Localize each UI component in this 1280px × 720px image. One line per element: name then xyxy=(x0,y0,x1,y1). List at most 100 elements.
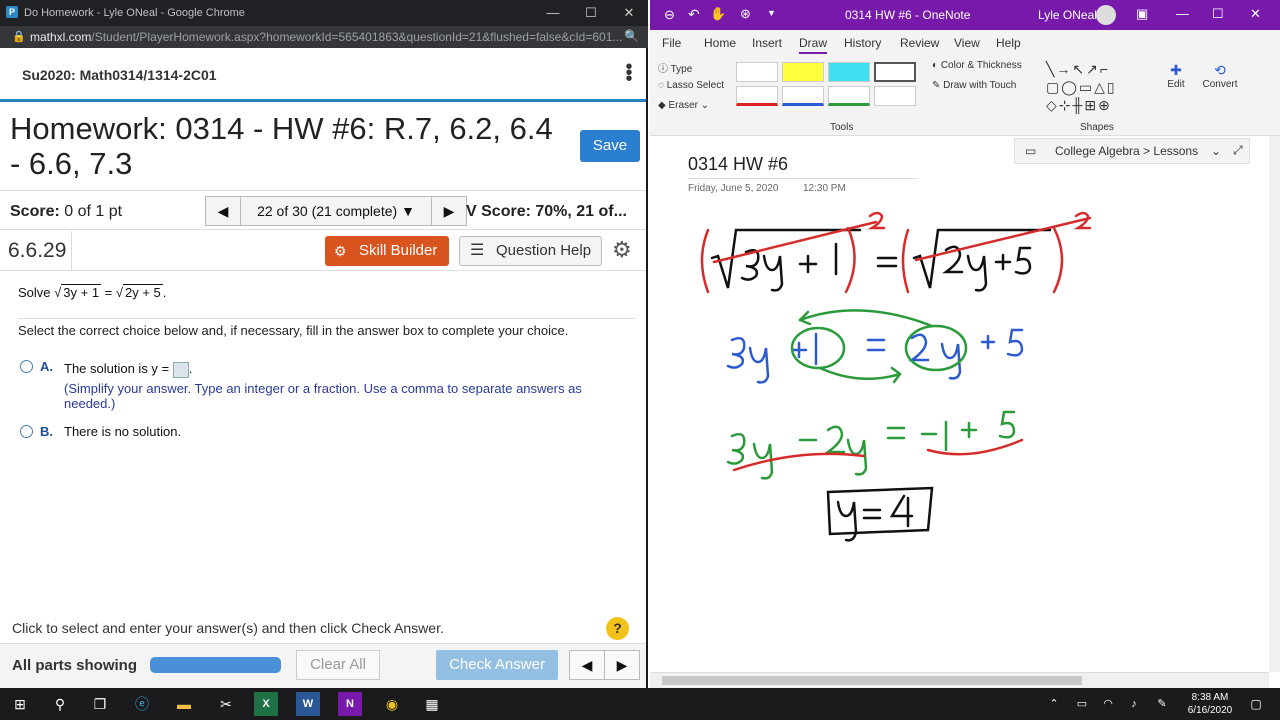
question-help-label: Question Help xyxy=(496,242,592,259)
zoom-icon[interactable]: 🔍 xyxy=(624,29,639,43)
user-name[interactable]: Lyle ONeal xyxy=(1038,8,1097,22)
lock-icon: 🔒 xyxy=(12,31,26,43)
ribbon-display-icon[interactable]: ▣ xyxy=(1136,6,1148,22)
question-help-button[interactable]: ☰ Question Help xyxy=(459,236,602,266)
prev-question-button[interactable]: ◀ xyxy=(205,196,241,226)
edit-icon: ✚ xyxy=(1170,62,1182,78)
option-a-radio[interactable] xyxy=(20,360,33,373)
edge-icon[interactable]: ⓔ xyxy=(130,692,154,716)
task-view-icon[interactable]: ❐ xyxy=(88,692,112,716)
save-button[interactable]: Save xyxy=(580,130,640,162)
pen-blue[interactable] xyxy=(782,86,824,106)
onenote-icon[interactable]: N xyxy=(338,692,362,716)
highlighter-yellow[interactable] xyxy=(782,62,824,82)
shapes-group-label: Shapes xyxy=(1080,122,1114,133)
lasso-select-tool[interactable]: ◌ Lasso Select xyxy=(658,80,724,91)
maximize-icon[interactable]: ☐ xyxy=(573,0,609,26)
color-thickness-button[interactable]: ◐ Color & Thickness xyxy=(932,60,1022,71)
gear-icon[interactable]: ⚙ xyxy=(612,237,632,263)
notebook-breadcrumb[interactable]: ▭ College Algebra > Lessons ⌄ ⤢ xyxy=(1014,138,1250,164)
search-icon[interactable]: ⚲ xyxy=(48,692,72,716)
touch-mode-icon[interactable]: ✋ xyxy=(710,6,726,22)
option-b-radio[interactable] xyxy=(20,425,33,438)
draw-with-touch-button[interactable]: ✎ Draw with Touch xyxy=(932,80,1016,91)
ribbon-tabs: File Home Insert Draw History Review Vie… xyxy=(650,30,1280,54)
homework-title: Homework: 0314 - HW #6: R.7, 6.2, 6.4 - … xyxy=(10,111,553,181)
score-value: 0 of 1 pt xyxy=(64,203,123,220)
avatar[interactable] xyxy=(1096,5,1116,25)
pen-black-thin[interactable] xyxy=(736,62,778,82)
eraser-tool[interactable]: ◆ Eraser ⌄ xyxy=(658,100,709,111)
pen-grey[interactable] xyxy=(874,86,916,106)
clock-date: 6/16/2020 xyxy=(1187,705,1233,716)
edit-button[interactable]: ✚ Edit xyxy=(1162,62,1190,90)
chrome-icon[interactable]: ◉ xyxy=(380,692,404,716)
next-part-button[interactable]: ▶ xyxy=(604,650,640,680)
skill-builder-button[interactable]: ⚙ Skill Builder xyxy=(325,236,449,266)
word-icon[interactable]: W xyxy=(296,692,320,716)
notebook-path: College Algebra > Lessons xyxy=(1055,144,1199,158)
undo-icon[interactable]: ↶ xyxy=(688,6,700,23)
vertical-scrollbar[interactable] xyxy=(1269,136,1280,672)
windows-start-icon[interactable]: ⊞ xyxy=(8,692,32,716)
pen-black-selected[interactable] xyxy=(874,62,916,82)
minimize-icon[interactable]: — xyxy=(1176,6,1189,21)
wifi-icon[interactable]: ◠ xyxy=(1096,692,1120,716)
expand-icon[interactable]: ⤢ xyxy=(1233,143,1243,158)
question-number: 6.6.29 xyxy=(0,231,72,271)
tab-history[interactable]: History xyxy=(844,36,881,50)
page-title[interactable]: 0314 HW #6 xyxy=(688,154,788,175)
file-explorer-icon[interactable]: ▬ xyxy=(172,692,196,716)
pen-red[interactable] xyxy=(736,86,778,106)
next-question-button[interactable]: ▶ xyxy=(431,196,467,226)
convert-button[interactable]: ⟲ Convert xyxy=(1200,62,1240,90)
lasso-icon: ◌ xyxy=(658,80,664,91)
tab-home[interactable]: Home xyxy=(704,36,736,50)
score: Score: 0 of 1 pt xyxy=(10,203,122,221)
customize-qat-icon[interactable]: ▼ xyxy=(767,8,776,18)
scroll-thumb[interactable] xyxy=(662,676,1082,685)
clock[interactable]: 8:38 AM 6/16/2020 xyxy=(1180,691,1240,717)
maximize-icon[interactable]: ☐ xyxy=(1212,6,1224,22)
clear-all-button[interactable]: Clear All xyxy=(296,650,380,680)
pen-green[interactable] xyxy=(828,86,870,106)
battery-icon[interactable]: ▭ xyxy=(1070,692,1094,716)
tab-view[interactable]: View xyxy=(954,36,980,50)
question-select[interactable]: 22 of 30 (21 complete) ▼ xyxy=(240,196,432,226)
palette-icon: ◐ xyxy=(932,60,939,71)
ink-canvas[interactable] xyxy=(650,200,1269,560)
highlighter-cyan[interactable] xyxy=(828,62,870,82)
url-text[interactable]: mathxl.com/Student/PlayerHomework.aspx?h… xyxy=(30,30,622,44)
pen-icon[interactable]: ✎ xyxy=(1150,692,1174,716)
type-tool[interactable]: ⓘ Type xyxy=(658,60,692,75)
horizontal-scrollbar[interactable] xyxy=(650,672,1269,688)
sync-icon[interactable]: ⊛ xyxy=(740,6,751,22)
snipping-tool-icon[interactable]: ✂ xyxy=(214,692,238,716)
minimize-icon[interactable]: — xyxy=(535,0,571,26)
all-parts-label: All parts showing xyxy=(12,657,138,674)
excel-icon[interactable]: X xyxy=(254,692,278,716)
notifications-icon[interactable]: ▢ xyxy=(1244,692,1268,716)
address-bar[interactable]: 🔒 mathxl.com/Student/PlayerHomework.aspx… xyxy=(0,26,648,48)
close-icon[interactable]: ✕ xyxy=(1250,6,1261,22)
problem-rhs: 2y + 5 xyxy=(123,284,163,300)
prev-part-button[interactable]: ◀ xyxy=(569,650,605,680)
tab-review[interactable]: Review xyxy=(900,36,939,50)
pearson-favicon-icon: P xyxy=(6,6,18,18)
page-time: 12:30 PM xyxy=(803,183,846,194)
tab-insert[interactable]: Insert xyxy=(752,36,782,50)
more-menu-icon[interactable]: • • • xyxy=(624,57,634,89)
check-answer-button[interactable]: Check Answer xyxy=(436,650,558,680)
volume-icon[interactable]: ♪ xyxy=(1122,692,1146,716)
tab-draw[interactable]: Draw xyxy=(799,36,828,54)
tray-chevron-icon[interactable]: ⌃ xyxy=(1042,692,1066,716)
shapes-gallery[interactable]: ╲→↖↗⌐ ▢◯▭△▯ ◇⊹╫⊞⊕ xyxy=(1046,60,1117,114)
calculator-icon[interactable]: ▦ xyxy=(420,692,444,716)
tab-help[interactable]: Help xyxy=(996,36,1021,50)
chrome-window: P Do Homework - Lyle ONeal - Google Chro… xyxy=(0,0,648,688)
answer-box[interactable] xyxy=(172,361,189,378)
close-icon[interactable]: ✕ xyxy=(611,0,647,26)
help-icon[interactable]: ? xyxy=(606,617,629,640)
back-icon[interactable]: ⊖ xyxy=(664,7,675,23)
tab-file[interactable]: File xyxy=(662,36,681,50)
